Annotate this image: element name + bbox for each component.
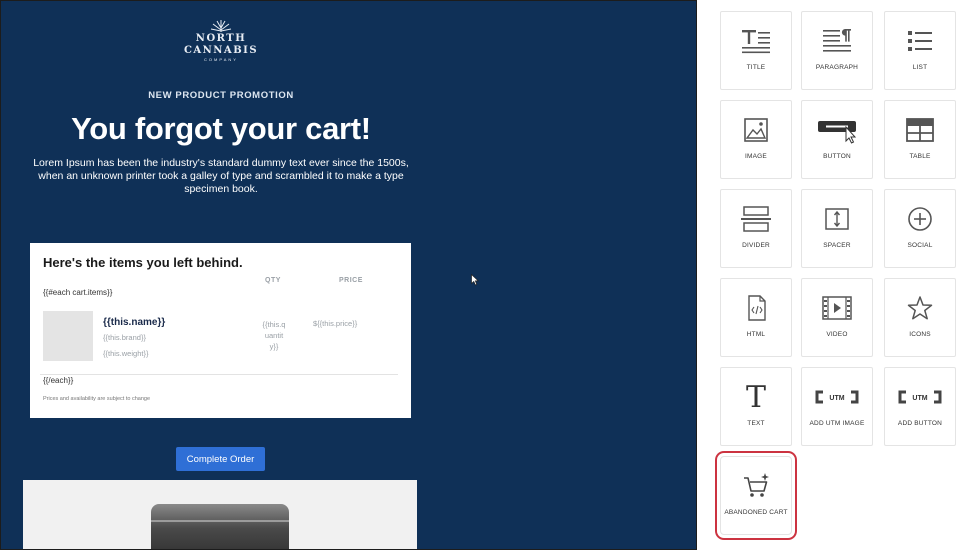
social-icon: [908, 207, 932, 231]
title-icon: [742, 30, 770, 54]
utm-link-icon: UTM: [815, 390, 859, 404]
button-block-label: BUTTON: [823, 153, 851, 160]
table-icon: [906, 118, 934, 142]
abandoned-cart-section[interactable]: Here's the items you left behind. QTY PR…: [30, 243, 411, 418]
add-utm-image-block[interactable]: UTM ADD UTM IMAGE: [801, 367, 873, 446]
utm-badge-text: UTM: [912, 395, 927, 402]
intro-paragraph: Lorem Ipsum has been the industry's stan…: [33, 157, 409, 195]
html-file-icon: [748, 295, 766, 321]
logo-subtitle: COMPANY: [204, 57, 238, 62]
icons-block-label: ICONS: [909, 331, 931, 338]
utm-badge-text: UTM: [829, 395, 844, 402]
text-glyph-icon: T: [745, 379, 766, 415]
abandoned-cart-block[interactable]: ABANDONED CART: [720, 456, 792, 535]
paragraph-block-label: PARAGRAPH: [815, 64, 859, 71]
shopping-cart-icon: [744, 473, 769, 497]
brand-logo: NORTH CANNABIS COMPANY: [175, 19, 267, 67]
table-block-label: TABLE: [909, 153, 931, 160]
mouse-cursor-icon: [471, 274, 479, 286]
social-block[interactable]: SOCIAL: [884, 189, 956, 268]
table-block[interactable]: TABLE: [884, 100, 956, 179]
card-divider: [40, 374, 398, 375]
html-block[interactable]: HTML: [720, 278, 792, 357]
video-icon: [822, 296, 852, 320]
email-canvas[interactable]: NORTH CANNABIS COMPANY NEW PRODUCT PROMO…: [0, 0, 697, 550]
html-block-label: HTML: [746, 331, 766, 338]
content-blocks-panel: TITLE PARAGRAPH LIST IMAGE BUTTON TABLE …: [697, 0, 966, 550]
product-name: {{this.name}}: [103, 317, 166, 328]
product-price: ${{this.price}}: [313, 319, 358, 328]
spacer-block-label: SPACER: [823, 242, 851, 249]
utm-button-icon: UTM: [898, 390, 942, 404]
text-block-label: TEXT: [747, 420, 765, 427]
spacer-block[interactable]: SPACER: [801, 189, 873, 268]
email-headline: You forgot your cart!: [71, 111, 371, 146]
button-block[interactable]: BUTTON: [801, 100, 873, 179]
each-loop-close: {{/each}}: [43, 376, 74, 385]
star-icon: [907, 296, 933, 320]
add-button-block[interactable]: UTM ADD BUTTON: [884, 367, 956, 446]
list-block-label: LIST: [912, 64, 928, 71]
product-brand: {{this.brand}}: [103, 333, 146, 342]
each-loop-open: {{#each cart.items}}: [43, 288, 113, 297]
divider-block-label: DIVIDER: [742, 242, 770, 249]
image-icon: [744, 118, 768, 142]
price-column-header: PRICE: [339, 277, 363, 284]
divider-block[interactable]: DIVIDER: [720, 189, 792, 268]
product-thumbnail: [43, 311, 93, 361]
icons-block[interactable]: ICONS: [884, 278, 956, 357]
title-block[interactable]: TITLE: [720, 11, 792, 90]
text-block[interactable]: T TEXT: [720, 367, 792, 446]
image-block-label: IMAGE: [745, 153, 767, 160]
image-block[interactable]: IMAGE: [720, 100, 792, 179]
button-icon: [818, 121, 857, 144]
promo-label: NEW PRODUCT PROMOTION: [148, 90, 294, 101]
list-block[interactable]: LIST: [884, 11, 956, 90]
product-image[interactable]: [23, 480, 417, 549]
product-bag-graphic: [151, 504, 289, 549]
spacer-icon: [825, 208, 849, 230]
paragraph-block[interactable]: PARAGRAPH: [801, 11, 873, 90]
list-icon: [908, 31, 932, 51]
abandoned-cart-label: ABANDONED CART: [724, 509, 788, 516]
product-quantity: {{this.quantity}}: [262, 320, 286, 351]
divider-icon: [741, 206, 771, 232]
qty-column-header: QTY: [265, 277, 281, 284]
video-block-label: VIDEO: [826, 331, 848, 338]
price-disclaimer: Prices and availability are subject to c…: [43, 396, 151, 402]
paragraph-icon: [823, 29, 851, 52]
social-block-label: SOCIAL: [907, 242, 933, 249]
add-button-label: ADD BUTTON: [897, 420, 943, 427]
cart-heading: Here's the items you left behind.: [43, 255, 243, 270]
title-block-label: TITLE: [746, 64, 766, 71]
video-block[interactable]: VIDEO: [801, 278, 873, 357]
logo-wordmark: NORTH CANNABIS: [183, 33, 259, 56]
cannabis-leaf-icon: [210, 20, 232, 32]
add-utm-image-label: ADD UTM IMAGE: [809, 420, 865, 427]
complete-order-button[interactable]: Complete Order: [176, 447, 265, 471]
product-weight: {{this.weight}}: [103, 349, 149, 358]
